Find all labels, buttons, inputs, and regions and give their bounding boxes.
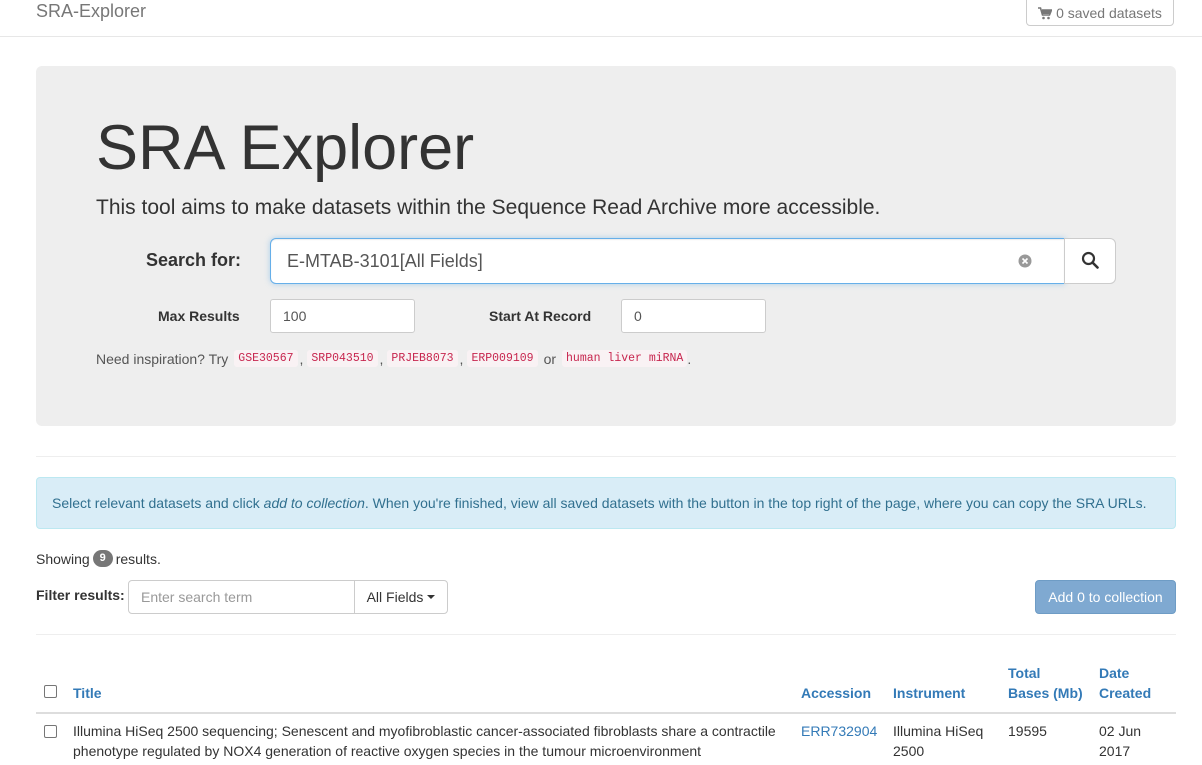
row-title-line2: phenotype regulated by NOX4 generation o… <box>73 743 702 759</box>
search-group <box>270 238 1116 284</box>
alert-text-end: . When you're finished, view all saved d… <box>364 495 1147 511</box>
row-title-line1: Illumina HiSeq 2500 sequencing; Senescen… <box>73 723 776 739</box>
row-instrument: Illumina HiSeq 2500 <box>893 721 983 761</box>
row-instrument-line1: Illumina HiSeq <box>893 723 984 739</box>
row-date-line1: 02 Jun <box>1099 723 1142 739</box>
row-checkbox[interactable] <box>44 725 57 738</box>
inspiration-or: or <box>543 350 557 367</box>
column-header-bases-line2: Bases (Mb) <box>1008 685 1083 701</box>
select-all-checkbox[interactable] <box>44 685 57 698</box>
row-date-line2: 2017 <box>1099 743 1131 759</box>
column-header-bases[interactable]: Total Bases (Mb) <box>1008 663 1083 703</box>
navbar: SRA-Explorer 0 saved datasets <box>0 0 1202 37</box>
example-link[interactable]: PRJEB8073 <box>387 350 458 367</box>
max-results-label: Max Results <box>158 308 240 324</box>
start-record-label: Start At Record <box>489 308 592 324</box>
column-header-date[interactable]: Date Created <box>1099 663 1151 703</box>
search-icon <box>1081 251 1099 272</box>
column-header-bases-line1: Total <box>1008 665 1041 681</box>
column-header-date-line1: Date <box>1099 665 1130 681</box>
showing-suffix: results. <box>115 550 161 567</box>
max-results-input[interactable] <box>270 299 415 333</box>
row-instrument-line2: 2500 <box>893 743 925 759</box>
table-header-border <box>36 712 1176 714</box>
saved-datasets-button[interactable]: 0 saved datasets <box>1026 0 1174 26</box>
example-link[interactable]: human liver miRNA <box>562 350 688 367</box>
showing-prefix: Showing <box>36 550 90 567</box>
lead-text: This tool aims to make datasets within t… <box>96 196 881 219</box>
example-link[interactable]: SRP043510 <box>307 350 378 367</box>
example-link[interactable]: ERP009109 <box>467 350 538 367</box>
cart-icon <box>1038 6 1053 20</box>
column-header-title[interactable]: Title <box>73 683 102 703</box>
search-button[interactable] <box>1064 238 1116 284</box>
column-header-instrument[interactable]: Instrument <box>893 683 965 703</box>
row-bases: 19595 <box>1008 723 1047 739</box>
search-input[interactable] <box>270 238 1065 284</box>
column-header-date-line2: Created <box>1099 685 1152 701</box>
column-header-accession[interactable]: Accession <box>801 683 871 703</box>
brand-link[interactable]: SRA-Explorer <box>36 0 146 22</box>
row-title: Illumina HiSeq 2500 sequencing; Senescen… <box>73 721 788 761</box>
saved-datasets-label: 0 saved datasets <box>1056 5 1162 21</box>
caret-down-icon <box>427 595 436 599</box>
info-alert: Select relevant datasets and click add t… <box>36 477 1176 529</box>
add-to-collection-button[interactable]: Add 0 to collection <box>1035 580 1176 614</box>
clear-search-icon[interactable] <box>1018 254 1032 268</box>
alert-emphasis: add to collection <box>263 495 365 511</box>
filter-input[interactable] <box>128 580 355 614</box>
page-title: SRA Explorer <box>96 113 475 183</box>
divider <box>36 456 1176 457</box>
inspiration-prefix: Need inspiration? Try <box>96 350 229 367</box>
inspiration-suffix: . <box>687 350 692 367</box>
field-select-label: All Fields <box>366 589 424 605</box>
field-select-dropdown[interactable]: All Fields <box>354 580 448 614</box>
accession-link[interactable]: ERR732904 <box>801 723 877 739</box>
results-badge: 9 <box>92 550 113 567</box>
alert-text-start: Select relevant datasets and click <box>52 495 260 511</box>
search-label: Search for: <box>146 250 242 270</box>
row-accession: ERR732904 <box>801 721 877 741</box>
inspiration-line: Need inspiration? Try GSE30567, SRP04351… <box>96 350 692 367</box>
start-record-input[interactable] <box>621 299 766 333</box>
filter-label: Filter results: <box>36 587 125 603</box>
jumbotron: SRA Explorer This tool aims to make data… <box>36 66 1176 426</box>
results-count: Showing 9 results. <box>36 550 161 567</box>
example-link[interactable]: GSE30567 <box>234 350 298 367</box>
divider <box>36 634 1176 635</box>
row-date: 02 Jun 2017 <box>1099 721 1141 761</box>
